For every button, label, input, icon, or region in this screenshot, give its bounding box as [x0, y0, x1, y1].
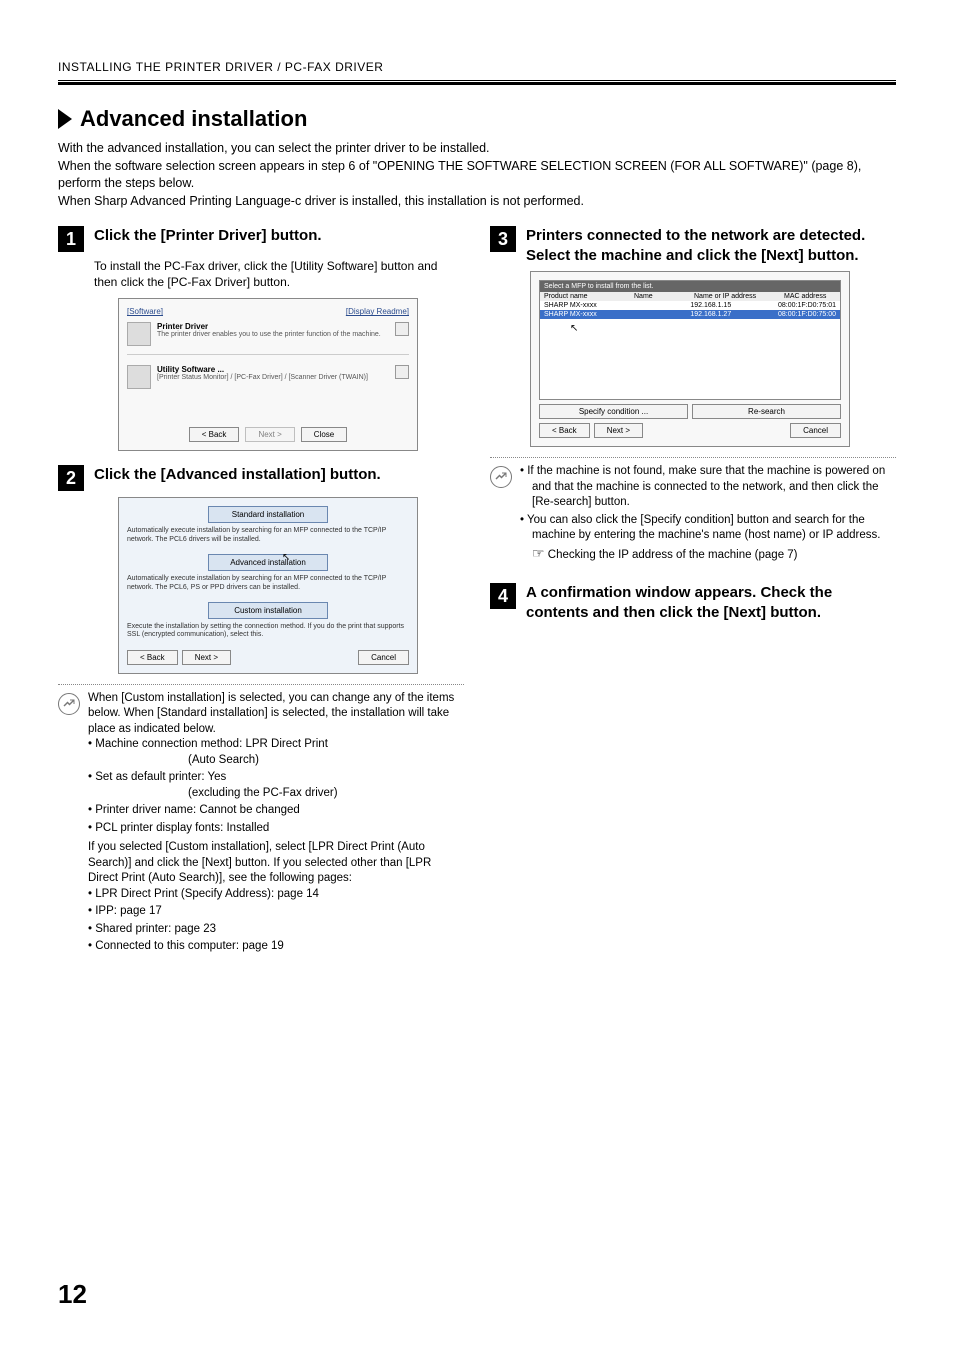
step1-screenshot: [Software] [Display Readme] Printer Driv… — [118, 298, 418, 451]
note-bullet: Shared printer: page 23 — [88, 922, 464, 938]
step-number-1: 1 — [58, 226, 84, 252]
step3-screenshot: Select a MFP to install from the list. P… — [530, 271, 850, 447]
software-link[interactable]: [Software] — [127, 307, 163, 316]
close-button[interactable]: Close — [301, 427, 347, 442]
printer-driver-arrow-icon[interactable] — [395, 322, 409, 336]
utility-software-title: Utility Software ... — [157, 365, 389, 374]
cell-ip: 192.168.1.27 — [690, 311, 758, 318]
cell-mac: 08:00:1F:D0:75:01 — [778, 302, 836, 309]
step2-screenshot: Standard installation Automatically exec… — [118, 497, 418, 673]
col-ip-address: Name or IP address — [694, 293, 764, 300]
section-title: Advanced installation — [58, 106, 896, 132]
cursor-icon: ↖ — [570, 323, 578, 334]
page-number: 12 — [58, 1279, 87, 1310]
note-bullet: LPR Direct Print (Specify Address): page… — [88, 887, 464, 903]
note-icon — [490, 466, 512, 488]
standard-installation-desc: Automatically execute installation by se… — [127, 527, 409, 544]
col-name: Name — [634, 293, 674, 300]
note-text: If you selected [Custom installation], s… — [88, 840, 464, 887]
note-bullet-sub: (Auto Search) — [100, 753, 464, 769]
triangle-icon — [58, 109, 72, 129]
utility-software-desc: [Printer Status Monitor] / [PC-Fax Drive… — [157, 374, 389, 381]
step-number-4: 4 — [490, 583, 516, 609]
printer-driver-desc: The printer driver enables you to use th… — [157, 331, 389, 338]
note-link: Checking the IP address of the machine (… — [548, 549, 798, 561]
printer-row-selected[interactable]: SHARP MX-xxxx 192.168.1.27 08:00:1F:D0:7… — [540, 310, 840, 319]
standard-installation-button[interactable]: Standard installation — [208, 506, 328, 523]
back-button[interactable]: < Back — [539, 423, 590, 438]
cell-mac: 08:00:1F:D0:75:00 — [778, 311, 836, 318]
next-button[interactable]: Next > — [594, 423, 643, 438]
research-button[interactable]: Re-search — [692, 404, 841, 419]
left-column: 1 Click the [Printer Driver] button. To … — [58, 226, 464, 957]
printer-driver-title: Printer Driver — [157, 322, 389, 331]
col-product-name: Product name — [544, 293, 614, 300]
step2-title: Click the [Advanced installation] button… — [94, 465, 381, 485]
next-button[interactable]: Next > — [245, 427, 294, 442]
intro-paragraph: With the advanced installation, you can … — [58, 140, 896, 210]
note-bullet: If the machine is not found, make sure t… — [520, 464, 896, 511]
note-bullet-sub: (excluding the PC-Fax driver) — [100, 786, 464, 802]
cancel-button[interactable]: Cancel — [790, 423, 841, 438]
printer-list-panel: Select a MFP to install from the list. P… — [539, 280, 841, 400]
step-number-3: 3 — [490, 226, 516, 252]
cell-ip: 192.168.1.15 — [690, 302, 758, 309]
step3-title: Printers connected to the network are de… — [526, 226, 896, 265]
intro-line: With the advanced installation, you can … — [58, 140, 896, 158]
step1-title: Click the [Printer Driver] button. — [94, 226, 322, 246]
note-icon — [58, 693, 80, 715]
list-column-headers: Product name Name Name or IP address MAC… — [540, 292, 840, 301]
back-button[interactable]: < Back — [189, 427, 240, 442]
panel-header: Select a MFP to install from the list. — [540, 281, 840, 292]
cell-product: SHARP MX-xxxx — [544, 311, 612, 318]
custom-installation-button[interactable]: Custom installation — [208, 602, 328, 619]
step4-title: A confirmation window appears. Check the… — [526, 583, 896, 622]
next-button[interactable]: Next > — [182, 650, 231, 665]
right-column: 3 Printers connected to the network are … — [490, 226, 896, 957]
note-bullet: You can also click the [Specify conditio… — [527, 514, 880, 542]
note-bullet: Connected to this computer: page 19 — [88, 939, 464, 955]
note-bullet: IPP: page 17 — [88, 904, 464, 920]
intro-line: When Sharp Advanced Printing Language-c … — [58, 193, 896, 211]
utility-software-arrow-icon[interactable] — [395, 365, 409, 379]
printer-driver-icon — [127, 322, 151, 346]
note-bullet: Set as default printer: Yes — [95, 771, 226, 783]
advanced-installation-button[interactable]: Advanced installation — [208, 554, 328, 571]
step1-subtext: To install the PC-Fax driver, click the … — [94, 258, 464, 290]
step2-note: When [Custom installation] is selected, … — [58, 691, 464, 957]
advanced-installation-desc: Automatically execute installation by se… — [127, 575, 409, 592]
back-button[interactable]: < Back — [127, 650, 178, 665]
display-readme-link[interactable]: [Display Readme] — [346, 307, 409, 316]
cancel-button[interactable]: Cancel — [358, 650, 409, 665]
cell-product: SHARP MX-xxxx — [544, 302, 612, 309]
intro-line: When the software selection screen appea… — [58, 158, 896, 193]
header-rule — [58, 80, 896, 84]
utility-software-icon — [127, 365, 151, 389]
pointing-hand-icon: ☞ — [532, 545, 545, 561]
dotted-separator — [490, 457, 896, 458]
note-bullet: PCL printer display fonts: Installed — [88, 821, 464, 837]
col-mac-address: MAC address — [784, 293, 826, 300]
specify-condition-button[interactable]: Specify condition ... — [539, 404, 688, 419]
dotted-separator — [58, 684, 464, 685]
step3-note: If the machine is not found, make sure t… — [490, 464, 896, 565]
printer-row[interactable]: SHARP MX-xxxx 192.168.1.15 08:00:1F:D0:7… — [540, 301, 840, 310]
step-number-2: 2 — [58, 465, 84, 491]
running-header: INSTALLING THE PRINTER DRIVER / PC-FAX D… — [58, 60, 896, 80]
note-text: When [Custom installation] is selected, … — [88, 691, 464, 738]
note-bullet: Printer driver name: Cannot be changed — [88, 803, 464, 819]
section-title-text: Advanced installation — [80, 106, 307, 132]
note-bullet: Machine connection method: LPR Direct Pr… — [95, 738, 328, 750]
custom-installation-desc: Execute the installation by setting the … — [127, 623, 409, 640]
